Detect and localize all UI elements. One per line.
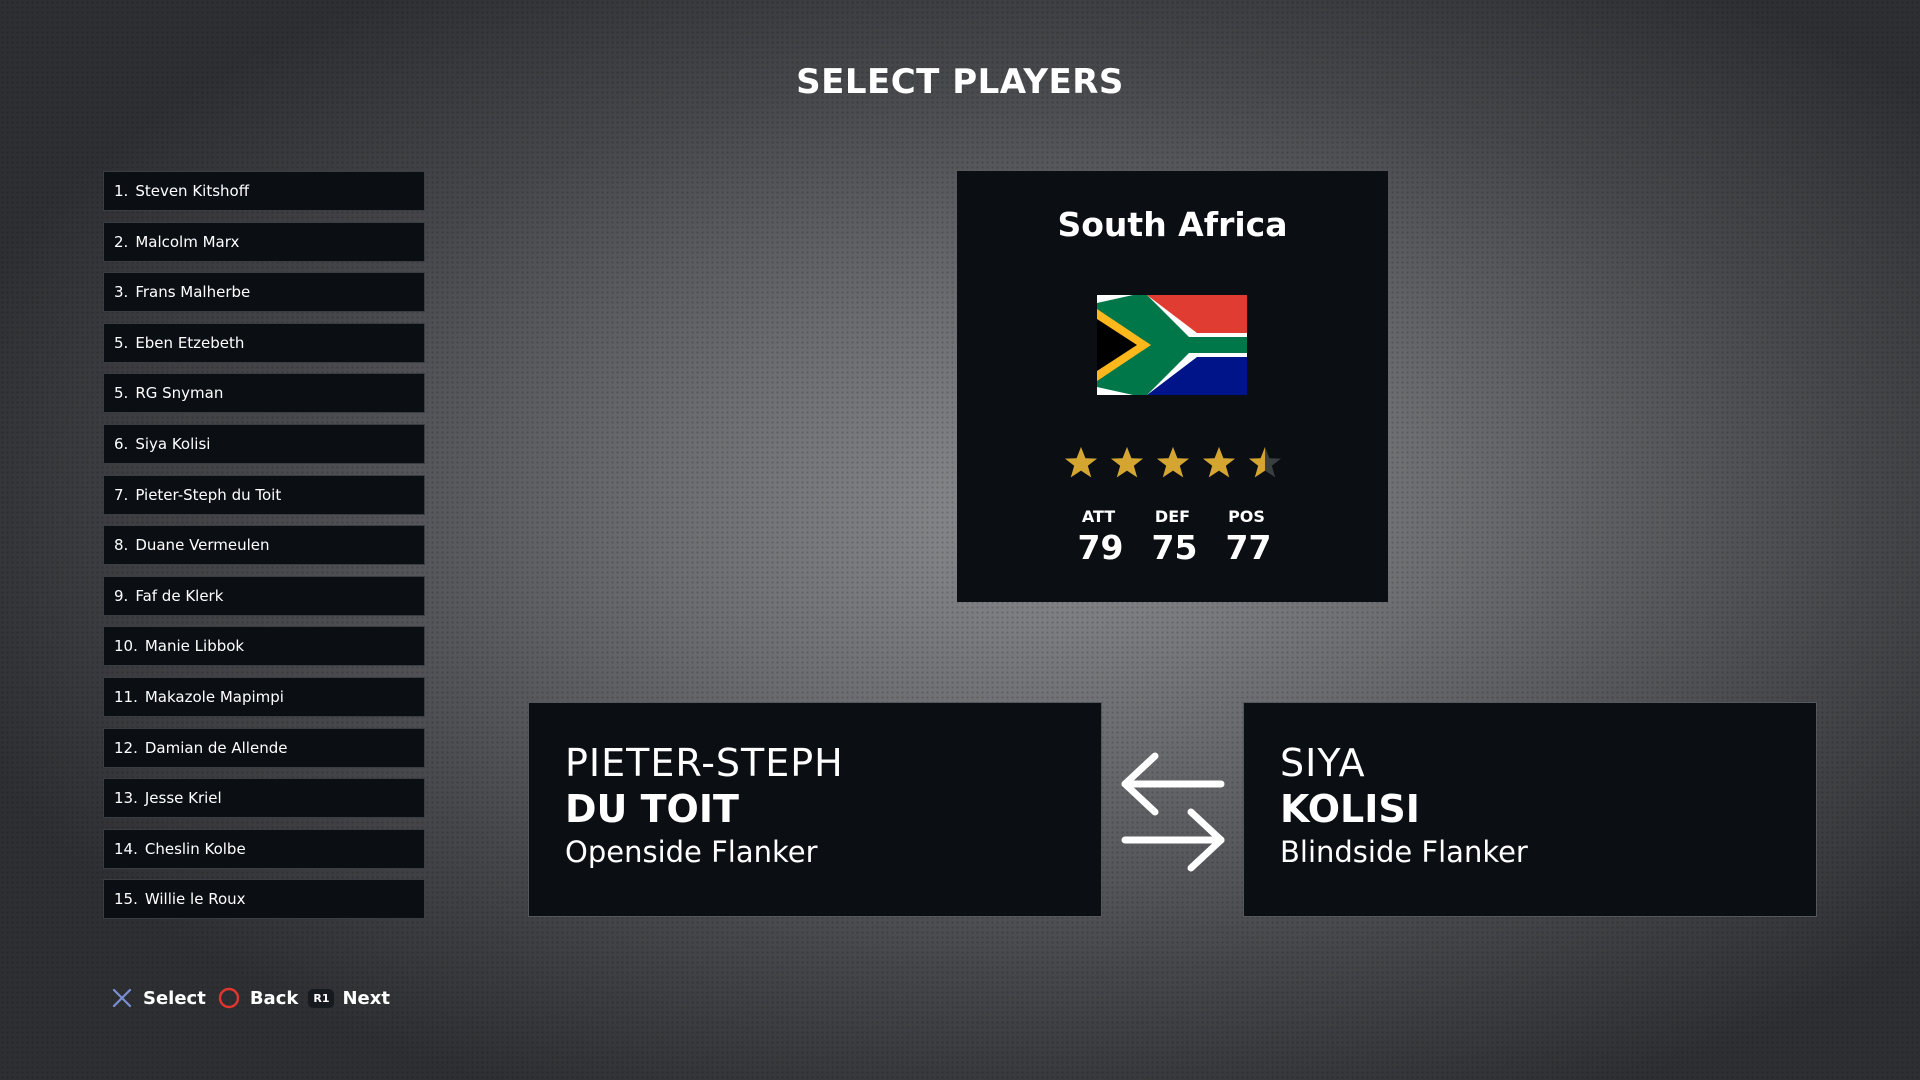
- star-full-icon: [1156, 447, 1189, 478]
- back-hint[interactable]: Back: [216, 985, 299, 1011]
- stat-att: ATT 79: [1077, 507, 1124, 567]
- stat-label: DEF: [1154, 507, 1191, 526]
- roster-item[interactable]: 11. Makazole Mapimpi: [103, 676, 425, 717]
- roster-item-number: 5.: [114, 333, 129, 352]
- roster-item[interactable]: 8. Duane Vermeulen: [103, 525, 425, 566]
- roster-item[interactable]: 7. Pieter-Steph du Toit: [103, 474, 425, 515]
- roster-item-number: 3.: [114, 283, 129, 302]
- stat-label: ATT: [1081, 507, 1116, 526]
- page-title: SELECT PLAYERS: [796, 62, 1124, 102]
- roster-item[interactable]: 9. Faf de Klerk: [103, 575, 425, 616]
- player-out-position: Openside Flanker: [565, 835, 818, 869]
- stat-pos: POS 77: [1225, 507, 1272, 567]
- rating-stars: [957, 445, 1388, 481]
- roster-item-name: Duane Vermeulen: [135, 536, 270, 555]
- roster-item-number: 10.: [114, 637, 138, 656]
- next-label: Next: [342, 987, 390, 1009]
- roster-item[interactable]: 14. Cheslin Kolbe: [103, 828, 425, 869]
- team-stats: ATT 79 DEF 75 POS 77: [957, 507, 1388, 567]
- circle-button-icon: [216, 985, 242, 1011]
- roster-item[interactable]: 5. RG Snyman: [103, 373, 425, 414]
- roster-item-name: Jesse Kriel: [144, 789, 222, 808]
- roster-item-number: 11.: [114, 687, 138, 706]
- star-full-icon: [1202, 447, 1235, 478]
- team-card: South Africa ATT 79 DEF 75 POS 77: [957, 171, 1388, 602]
- roster-item-number: 15.: [114, 890, 138, 909]
- roster-item-name: Malcolm Marx: [135, 232, 240, 251]
- roster-item-name: Willie le Roux: [144, 890, 246, 909]
- roster-item-name: Eben Etzebeth: [135, 333, 245, 352]
- roster-item-number: 5.: [114, 384, 129, 403]
- roster-item[interactable]: 15. Willie le Roux: [103, 879, 425, 920]
- star-full-icon: [1064, 447, 1097, 478]
- roster-item[interactable]: 10. Manie Libbok: [103, 626, 425, 667]
- roster-item-name: RG Snyman: [135, 384, 224, 403]
- button-hints: Select Back R1 Next: [109, 985, 400, 1011]
- stat-def: DEF 75: [1151, 507, 1198, 567]
- stat-value: 79: [1077, 528, 1124, 567]
- r1-button-icon: R1: [308, 988, 335, 1008]
- back-label: Back: [249, 987, 299, 1009]
- south-africa-flag-icon: [1097, 295, 1247, 395]
- star-half-icon: [1248, 447, 1281, 478]
- roster-item[interactable]: 3. Frans Malherbe: [103, 272, 425, 313]
- team-name: South Africa: [1057, 205, 1288, 244]
- roster-item-number: 2.: [114, 232, 129, 251]
- roster-item[interactable]: 2. Malcolm Marx: [103, 221, 425, 262]
- roster-item-number: 9.: [114, 586, 129, 605]
- player-in-first-name: SIYA: [1280, 741, 1366, 785]
- roster-item[interactable]: 6. Siya Kolisi: [103, 423, 425, 464]
- roster-item-number: 13.: [114, 789, 138, 808]
- swap-arrows-icon: [1121, 752, 1225, 872]
- player-out-card[interactable]: PIETER-STEPH DU TOIT Openside Flanker: [528, 702, 1102, 917]
- roster-list: 1. Steven Kitshoff 2. Malcolm Marx 3. Frans M…: [103, 171, 425, 930]
- roster-item[interactable]: 13. Jesse Kriel: [103, 778, 425, 819]
- roster-item[interactable]: 1. Steven Kitshoff: [103, 171, 425, 211]
- star-full-icon: [1110, 447, 1143, 478]
- roster-item-name: Siya Kolisi: [135, 434, 211, 453]
- player-out-first-name: PIETER-STEPH: [565, 741, 844, 785]
- roster-item[interactable]: 5. Eben Etzebeth: [103, 322, 425, 363]
- select-hint[interactable]: Select: [109, 985, 206, 1011]
- roster-item-name: Frans Malherbe: [135, 283, 251, 302]
- cross-button-icon: [109, 985, 135, 1011]
- player-in-card[interactable]: SIYA KOLISI Blindside Flanker: [1243, 702, 1817, 917]
- roster-item-number: 12.: [114, 738, 138, 757]
- roster-item-name: Makazole Mapimpi: [144, 687, 284, 706]
- player-out-last-name: DU TOIT: [565, 787, 739, 831]
- player-in-last-name: KOLISI: [1280, 787, 1420, 831]
- roster-item-name: Steven Kitshoff: [135, 182, 250, 200]
- roster-item[interactable]: 12. Damian de Allende: [103, 727, 425, 768]
- roster-item-name: Faf de Klerk: [135, 586, 224, 605]
- roster-item-name: Damian de Allende: [144, 738, 288, 757]
- roster-item-number: 8.: [114, 536, 129, 555]
- roster-item-name: Pieter-Steph du Toit: [135, 485, 282, 504]
- roster-item-number: 14.: [114, 839, 138, 858]
- roster-item-number: 6.: [114, 434, 129, 453]
- stat-value: 77: [1225, 528, 1272, 567]
- roster-item-name: Manie Libbok: [144, 637, 245, 656]
- next-hint[interactable]: R1 Next: [308, 988, 390, 1009]
- roster-item-name: Cheslin Kolbe: [144, 839, 246, 858]
- stat-label: POS: [1228, 507, 1265, 526]
- roster-item-number: 7.: [114, 485, 129, 504]
- stat-value: 75: [1151, 528, 1198, 567]
- select-label: Select: [143, 987, 206, 1009]
- roster-item-number: 1.: [114, 182, 129, 200]
- player-in-position: Blindside Flanker: [1280, 835, 1528, 869]
